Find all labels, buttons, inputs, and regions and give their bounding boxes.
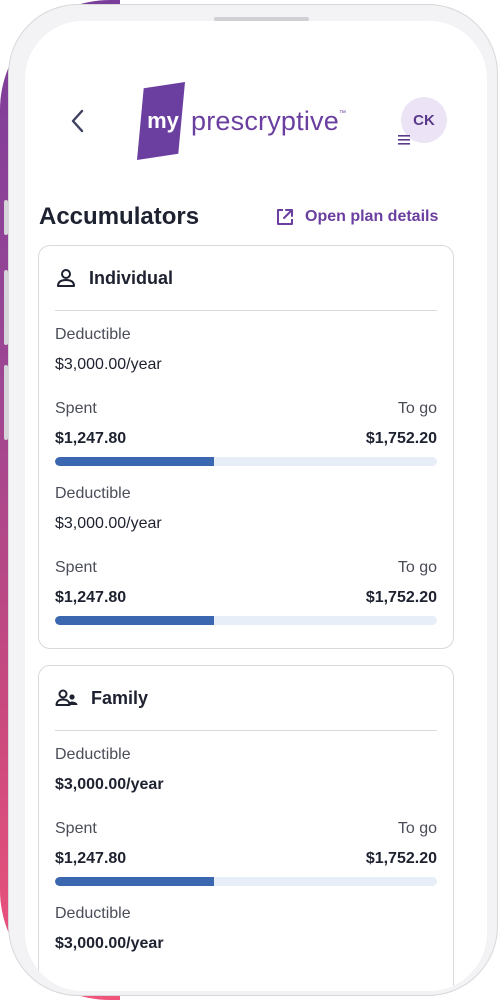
brand-logo: my prescryptive ™ <box>137 81 346 161</box>
deductible-progress-bar <box>55 457 437 466</box>
deductible-group: Deductible $3,000.00/year Spent To go $1… <box>55 480 437 625</box>
deductible-label: Deductible <box>55 485 131 502</box>
to-go-label: To go <box>397 559 437 576</box>
spent-label: Spent <box>55 400 97 417</box>
deductible-label: Deductible <box>55 326 131 343</box>
deductible-group: Deductible $3,000.00/year <box>55 900 437 954</box>
menu-icon[interactable] <box>397 133 411 147</box>
external-link-icon <box>277 209 293 225</box>
deductible-value: $3,000.00/year <box>55 935 164 952</box>
deductible-label: Deductible <box>55 746 131 763</box>
card-title: Family <box>91 687 149 708</box>
deductible-value: $3,000.00/year <box>55 356 162 373</box>
card-header: Individual <box>55 246 437 311</box>
individual-accumulator-card: Individual Deductible $3,000.00/year Spe… <box>38 245 454 649</box>
deductible-group: Deductible $3,000.00/year Spent To go $1… <box>55 311 437 466</box>
logo-mark-text: my <box>147 108 179 133</box>
logo-trademark: ™ <box>338 109 346 117</box>
logo-mark: my <box>137 82 185 160</box>
avatar-initials: CK <box>413 111 435 129</box>
open-plan-details-link[interactable]: Open plan details <box>275 207 438 227</box>
to-go-amount: $1,752.20 <box>365 430 437 447</box>
spent-amount: $1,247.80 <box>55 589 127 606</box>
deductible-value: $3,000.00/year <box>55 515 162 532</box>
back-button[interactable] <box>63 107 91 135</box>
progress-fill <box>55 616 214 625</box>
deductible-progress-bar <box>55 877 437 886</box>
family-accumulator-card: Family Deductible $3,000.00/year Spent T… <box>38 665 454 991</box>
phone-frame: my prescryptive ™ CK Accumulators Open p… <box>8 4 498 996</box>
deductible-value: $3,000.00/year <box>55 776 164 793</box>
card-header: Family <box>55 666 437 731</box>
open-plan-label: Open plan details <box>305 208 439 225</box>
page-title: Accumulators <box>39 203 200 230</box>
spent-label: Spent <box>55 820 97 837</box>
to-go-label: To go <box>397 820 437 837</box>
to-go-amount: $1,752.20 <box>365 850 437 867</box>
spent-amount: $1,247.80 <box>55 430 127 447</box>
family-icon <box>55 689 78 706</box>
card-title: Individual <box>89 267 174 288</box>
spent-label: Spent <box>55 559 97 576</box>
person-icon <box>57 269 75 287</box>
progress-fill <box>55 877 214 886</box>
to-go-amount: $1,752.20 <box>365 589 437 606</box>
progress-fill <box>55 457 214 466</box>
spent-amount: $1,247.80 <box>55 850 127 867</box>
to-go-label: To go <box>397 400 437 417</box>
chevron-left-icon <box>71 109 84 133</box>
deductible-label: Deductible <box>55 905 131 922</box>
deductible-group: Deductible $3,000.00/year Spent To go $1… <box>55 731 437 886</box>
logo-wordmark: prescryptive <box>191 105 339 136</box>
app-screen: my prescryptive ™ CK Accumulators Open p… <box>25 21 487 991</box>
deductible-progress-bar <box>55 616 437 625</box>
